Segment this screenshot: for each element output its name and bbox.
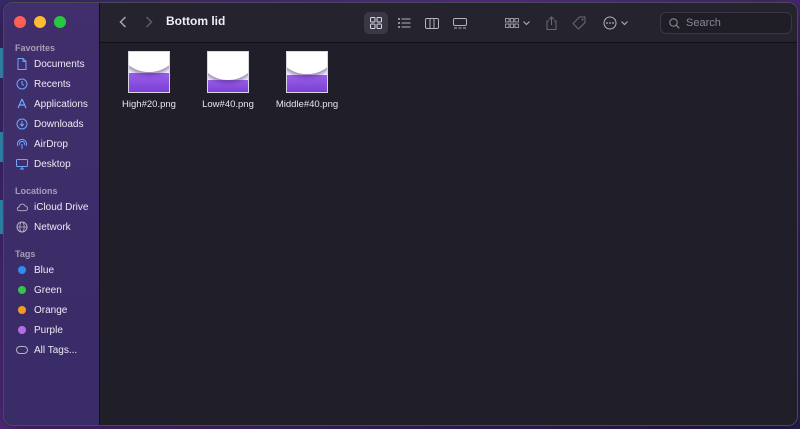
sidebar-item-label: Desktop xyxy=(34,158,71,170)
sidebar-item-label: Blue xyxy=(34,264,55,276)
file-name: Low#40.png xyxy=(202,99,254,110)
tag-icon xyxy=(572,16,586,30)
airdrop-icon xyxy=(16,138,28,150)
close-button[interactable] xyxy=(14,16,26,28)
sidebar-item-label: iCloud Drive xyxy=(34,201,89,213)
tag-dot-orange-icon xyxy=(18,306,26,314)
tag-outline-icon xyxy=(16,344,28,356)
file-thumbnail xyxy=(207,51,249,93)
clock-icon xyxy=(16,78,28,90)
back-button[interactable] xyxy=(114,13,132,31)
share-icon xyxy=(546,16,556,30)
main-content: Bottom lid Search High#20.png Low#40.png… xyxy=(100,3,797,425)
group-grid-icon xyxy=(504,18,519,28)
section-title-locations: Locations xyxy=(15,186,58,196)
sidebar-item-airdrop[interactable]: AirDrop xyxy=(16,134,98,154)
column-view-icon xyxy=(425,17,439,29)
finder-window: Favorites Documents Recents Applications… xyxy=(3,2,798,426)
chevron-down-icon xyxy=(522,20,530,25)
sidebar-item-tag-purple[interactable]: Purple xyxy=(16,320,98,340)
sidebar-item-tag-green[interactable]: Green xyxy=(16,280,98,300)
sidebar-item-icloud-drive[interactable]: iCloud Drive xyxy=(16,197,98,217)
chevron-left-icon xyxy=(119,16,127,28)
globe-icon xyxy=(16,221,28,233)
minimize-button[interactable] xyxy=(34,16,46,28)
window-controls xyxy=(14,16,66,28)
sidebar-item-label: AirDrop xyxy=(34,138,68,150)
section-title-tags: Tags xyxy=(15,249,36,259)
icon-view-icon xyxy=(370,17,382,29)
share-button[interactable] xyxy=(540,12,562,34)
document-icon xyxy=(16,58,28,70)
sidebar-item-label: Orange xyxy=(34,304,68,316)
gallery-view-button[interactable] xyxy=(448,12,472,34)
sidebar-item-tag-blue[interactable]: Blue xyxy=(16,260,98,280)
sidebar-item-all-tags[interactable]: All Tags... xyxy=(16,340,98,360)
edit-tags-button[interactable] xyxy=(568,12,590,34)
file-name: High#20.png xyxy=(122,99,176,110)
search-icon xyxy=(669,17,680,29)
sidebar-item-label: Documents xyxy=(34,58,85,70)
cloud-icon xyxy=(16,201,28,213)
search-input[interactable] xyxy=(686,17,786,29)
file-item-high20[interactable]: High#20.png xyxy=(109,51,189,110)
sidebar-item-recents[interactable]: Recents xyxy=(16,74,98,94)
tag-dot-green-icon xyxy=(18,286,26,294)
ellipsis-circle-icon xyxy=(603,16,616,30)
sidebar-item-documents[interactable]: Documents xyxy=(16,54,98,74)
sidebar-item-label: Network xyxy=(34,221,71,233)
applications-icon xyxy=(16,98,28,110)
column-view-button[interactable] xyxy=(420,12,444,34)
sidebar-item-tag-orange[interactable]: Orange xyxy=(16,300,98,320)
sidebar-item-label: Purple xyxy=(34,324,63,336)
chevron-right-icon xyxy=(145,16,153,28)
list-view-icon xyxy=(397,18,410,28)
sidebar-item-label: All Tags... xyxy=(34,344,78,356)
more-actions-button[interactable] xyxy=(600,12,630,34)
gallery-view-icon xyxy=(453,17,467,28)
file-thumbnail xyxy=(128,51,170,93)
sidebar-item-network[interactable]: Network xyxy=(16,217,98,237)
desktop-icon xyxy=(16,158,28,170)
sidebar-item-label: Green xyxy=(34,284,62,296)
sidebar-item-applications[interactable]: Applications xyxy=(16,94,98,114)
icon-view-button[interactable] xyxy=(364,12,388,34)
forward-button[interactable] xyxy=(140,13,158,31)
sidebar-item-label: Downloads xyxy=(34,118,84,130)
section-title-favorites: Favorites xyxy=(15,43,56,53)
file-item-low40[interactable]: Low#40.png xyxy=(188,51,268,110)
file-thumbnail xyxy=(286,51,328,93)
sidebar: Favorites Documents Recents Applications… xyxy=(4,3,100,425)
toolbar: Bottom lid xyxy=(100,3,797,43)
file-name: Middle#40.png xyxy=(275,99,339,110)
file-item-middle40[interactable]: Middle#40.png xyxy=(267,51,347,110)
zoom-button[interactable] xyxy=(54,16,66,28)
group-button[interactable] xyxy=(502,12,532,34)
chevron-down-icon xyxy=(620,20,628,25)
sidebar-item-downloads[interactable]: Downloads xyxy=(16,114,98,134)
tag-dot-purple-icon xyxy=(18,326,26,334)
list-view-button[interactable] xyxy=(392,12,416,34)
tag-dot-blue-icon xyxy=(18,266,26,274)
sidebar-item-label: Applications xyxy=(34,98,88,110)
download-icon xyxy=(16,118,28,130)
window-title: Bottom lid xyxy=(166,14,226,28)
sidebar-item-desktop[interactable]: Desktop xyxy=(16,154,98,174)
sidebar-item-label: Recents xyxy=(34,78,71,90)
search-field[interactable] xyxy=(660,12,792,34)
